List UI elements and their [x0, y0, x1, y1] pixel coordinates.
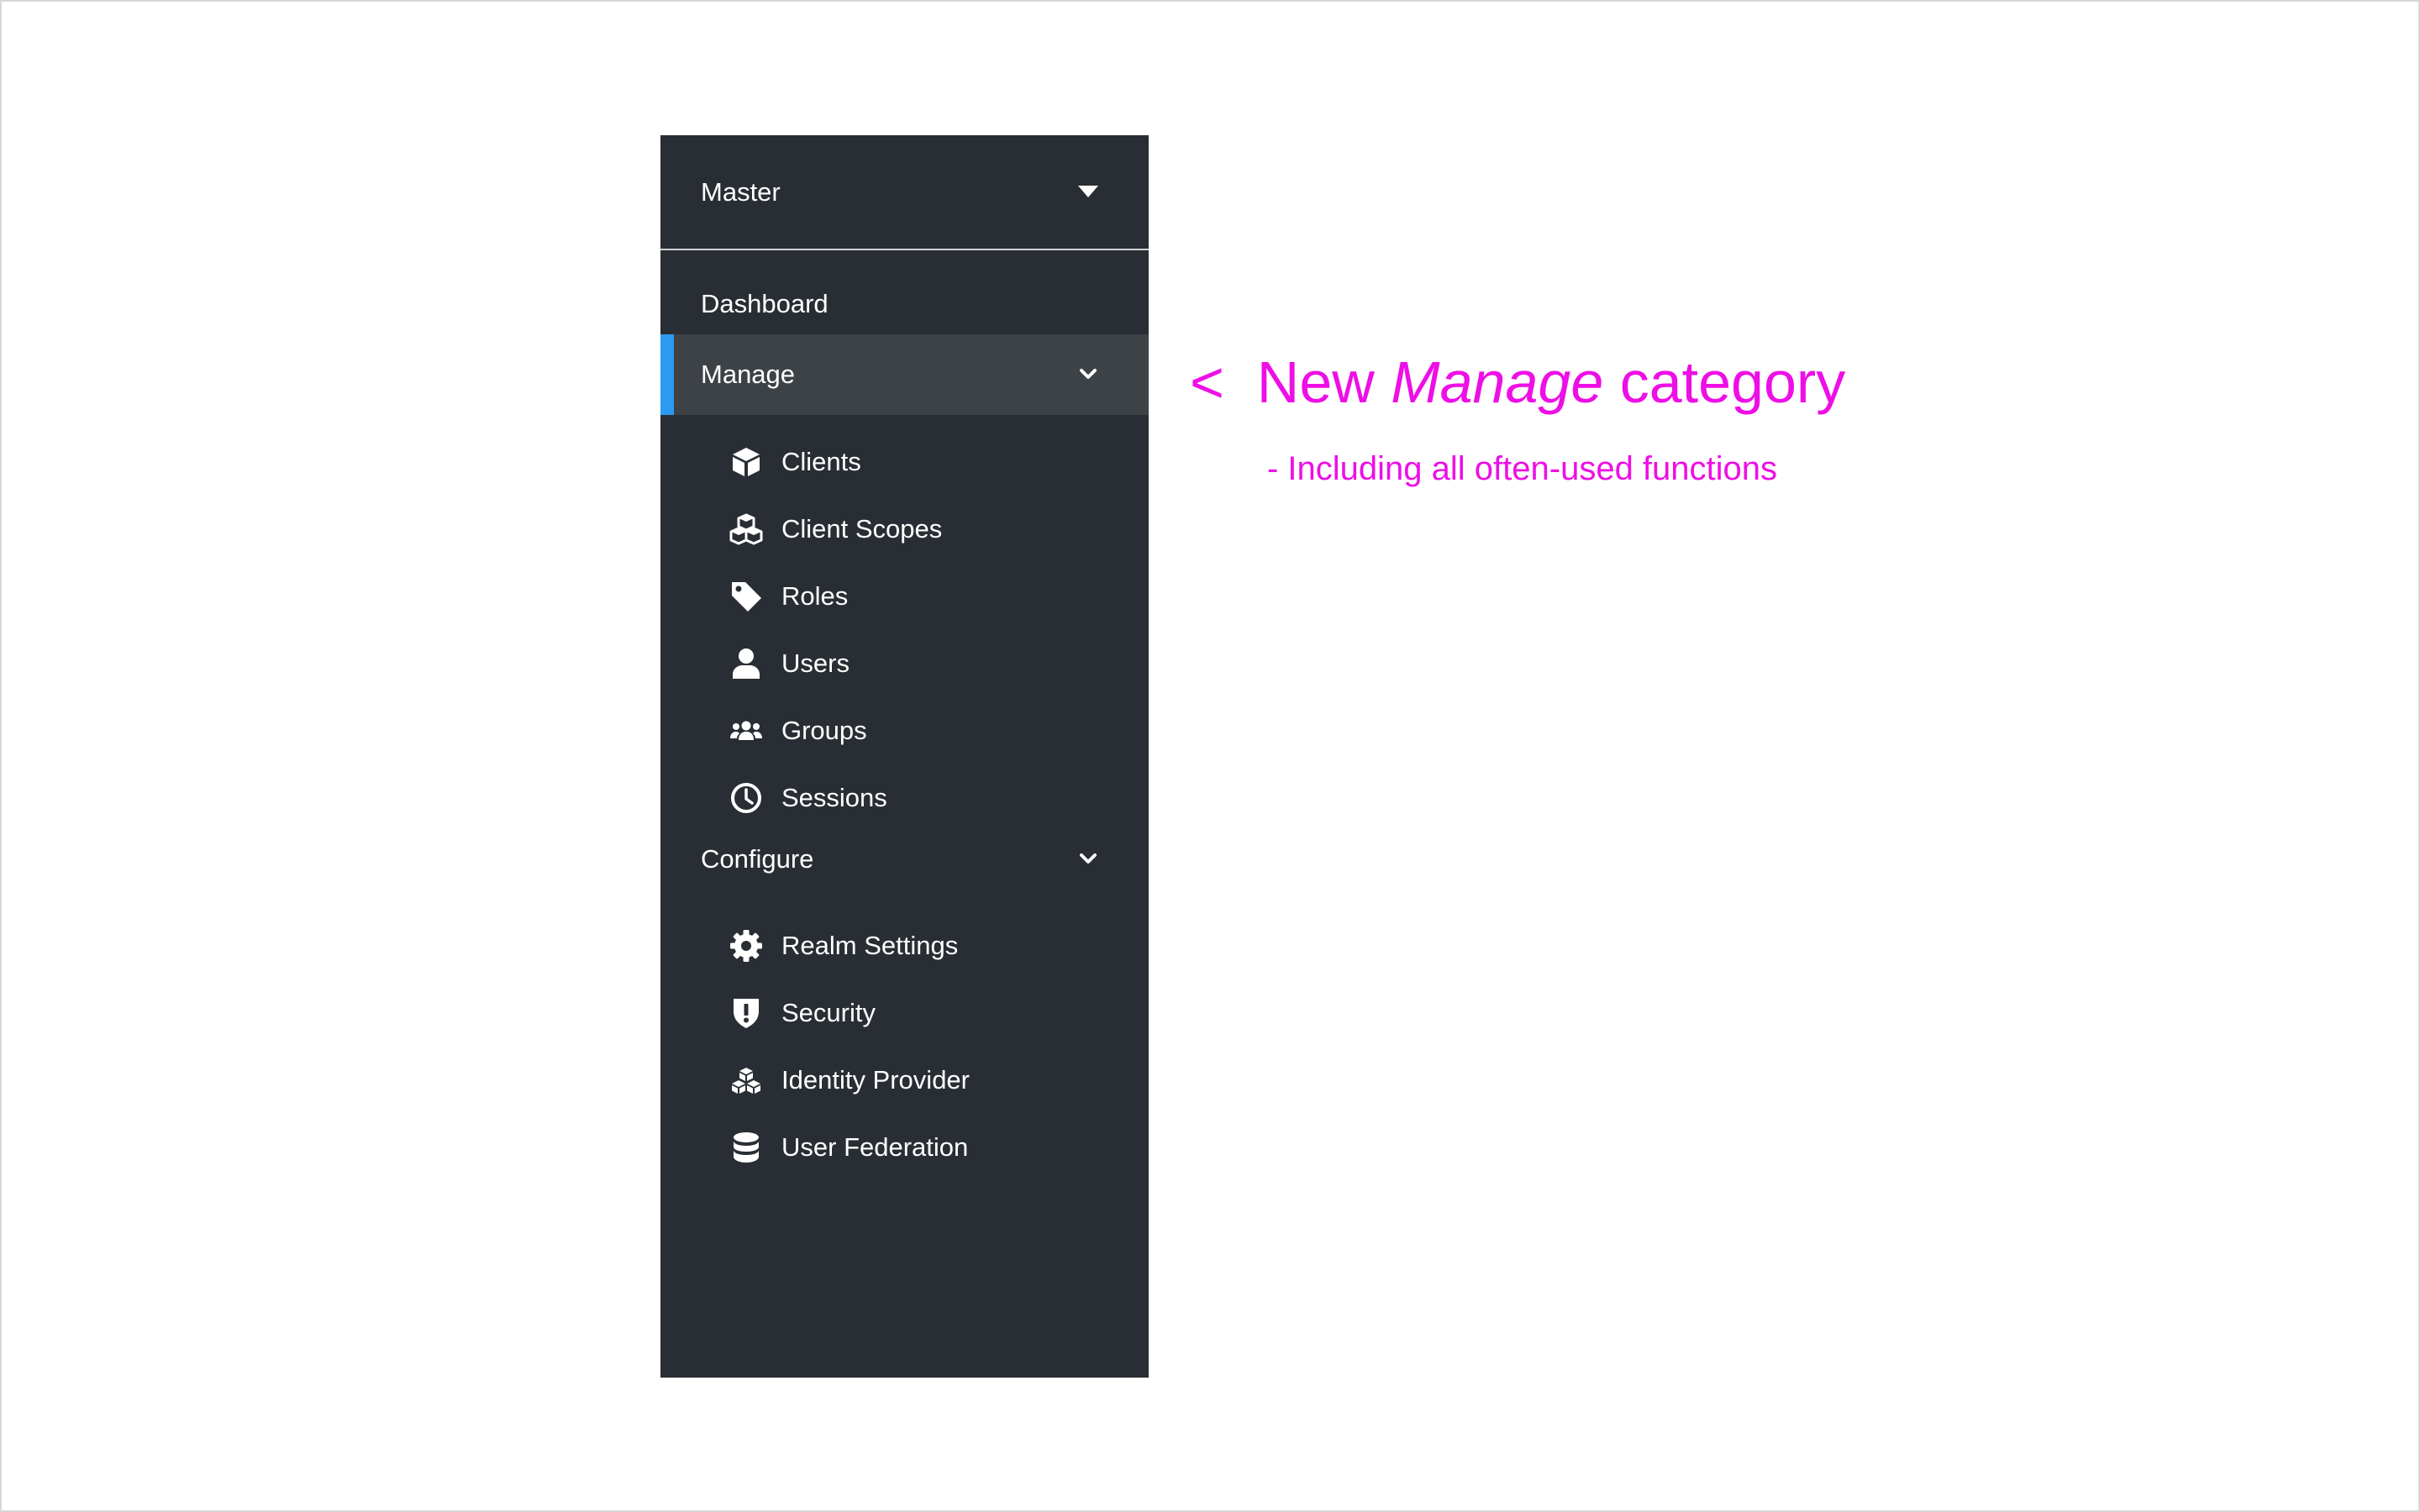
database-icon: [729, 1131, 763, 1164]
gear-icon: [729, 929, 763, 963]
sidebar-item-dashboard[interactable]: Dashboard: [660, 264, 1149, 344]
annotation-title-suffix: category: [1619, 349, 1846, 415]
sidebar-group-manage[interactable]: Manage: [660, 334, 1149, 415]
tag-icon: [729, 580, 763, 613]
sidebar-item-label: Client Scopes: [781, 514, 943, 543]
sidebar-item-client-scopes[interactable]: Client Scopes: [660, 500, 1149, 559]
user-icon: [729, 647, 763, 680]
sidebar-item-identity-provider[interactable]: Identity Provider: [660, 1051, 1149, 1110]
realm-selector-dropdown[interactable]: Master: [660, 135, 1149, 250]
clock-icon: [729, 781, 763, 815]
users-icon: [729, 714, 763, 748]
sidebar-item-label: Roles: [781, 581, 849, 611]
annotation-title-prefix: New: [1256, 349, 1375, 415]
sidebar-item-roles[interactable]: Roles: [660, 567, 1149, 626]
active-indicator: [660, 334, 674, 415]
chevron-down-icon: [1080, 369, 1097, 379]
realm-selector-label: Master: [701, 177, 781, 207]
sidebar-item-label: Security: [781, 998, 876, 1027]
sidebar-item-label: Groups: [781, 716, 867, 745]
sidebar-item-label: Clients: [781, 447, 861, 476]
annotation-title-emphasis: Manage: [1391, 349, 1604, 415]
sidebar-nav: Master Dashboard Manage Clients Client S…: [660, 135, 1149, 1378]
sidebar-item-label: Sessions: [781, 783, 887, 812]
sidebar-group-label: Manage: [701, 360, 796, 389]
annotation-title: < New Manage category: [1190, 344, 1845, 420]
sidebar-item-label: Realm Settings: [781, 931, 959, 960]
sidebar-item-clients[interactable]: Clients: [660, 433, 1149, 491]
sidebar-group-label: Configure: [701, 844, 814, 874]
sidebar-item-groups[interactable]: Groups: [660, 701, 1149, 760]
sidebar-group-configure[interactable]: Configure: [660, 819, 1149, 900]
slide-frame: [0, 0, 2420, 1512]
sidebar-item-label: Dashboard: [701, 289, 829, 318]
sidebar-item-user-federation[interactable]: User Federation: [660, 1118, 1149, 1177]
sidebar-item-realm-settings[interactable]: Realm Settings: [660, 916, 1149, 975]
annotation-arrow: <: [1190, 349, 1224, 415]
sidebar-item-label: Users: [781, 648, 850, 678]
sidebar-item-label: Identity Provider: [781, 1065, 970, 1095]
sidebar-item-security[interactable]: Security: [660, 984, 1149, 1042]
chevron-down-icon: [1080, 853, 1097, 864]
cubes-stacked-icon: [729, 1063, 763, 1097]
shield-alert-icon: [729, 996, 763, 1030]
sidebar-item-label: User Federation: [781, 1132, 969, 1162]
annotation-subtitle: - Including all often-used functions: [1267, 450, 1778, 487]
cube-icon: [729, 445, 763, 479]
caret-down-icon: [1078, 186, 1098, 197]
cubes-icon: [729, 512, 763, 546]
sidebar-item-users[interactable]: Users: [660, 634, 1149, 693]
